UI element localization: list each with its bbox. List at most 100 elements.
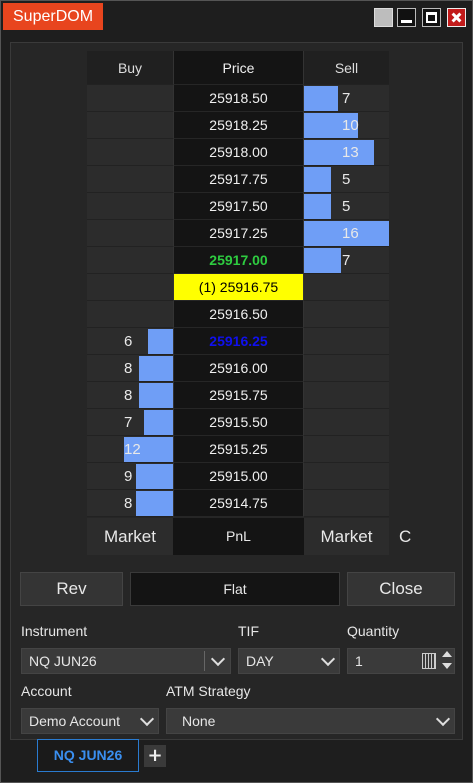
buy-market-button[interactable]: Market — [87, 518, 173, 555]
sell-cell[interactable]: 5 — [304, 166, 389, 193]
sell-cell[interactable] — [304, 436, 389, 463]
instrument-label: Instrument — [21, 623, 88, 639]
close-position-button[interactable]: Close — [347, 572, 455, 606]
sell-cell[interactable] — [304, 274, 389, 301]
spin-down-icon[interactable] — [442, 663, 452, 669]
account-select[interactable]: Demo Account — [21, 708, 159, 734]
sell-market-button[interactable]: Market — [304, 518, 389, 555]
bid-size-bar — [139, 356, 173, 381]
spin-up-icon[interactable] — [442, 651, 452, 657]
buy-cell[interactable] — [87, 139, 173, 166]
chevron-down-icon — [435, 711, 451, 727]
bid-size-bar — [136, 464, 173, 489]
buy-cell[interactable]: 9 — [87, 463, 173, 490]
ladder-row: 7 25915.50 — [87, 409, 389, 436]
buy-cell[interactable] — [87, 247, 173, 274]
chevron-down-icon[interactable] — [210, 651, 226, 667]
atm-strategy-value: None — [182, 713, 216, 729]
instrument-divider — [204, 651, 205, 671]
bid-size: 9 — [124, 468, 133, 485]
sell-cell[interactable] — [304, 382, 389, 409]
buy-cell[interactable] — [87, 85, 173, 112]
price-cell[interactable]: 25916.50 — [173, 301, 304, 328]
superdom-window: SuperDOM Buy Price Sell 25918.50 7 25918.2… — [0, 0, 473, 783]
tif-select[interactable]: DAY — [238, 648, 340, 674]
title-bar[interactable]: SuperDOM — [1, 1, 472, 34]
sell-cell[interactable]: 7 — [304, 85, 389, 112]
buy-cell[interactable]: 8 — [87, 382, 173, 409]
buy-cell[interactable] — [87, 301, 173, 328]
sell-cell[interactable]: 7 — [304, 247, 389, 274]
buy-cell[interactable] — [87, 220, 173, 247]
quantity-field[interactable]: 1 — [347, 648, 455, 674]
buy-column-header: Buy — [87, 51, 173, 85]
buy-cell[interactable] — [87, 112, 173, 139]
buy-cell[interactable] — [87, 274, 173, 301]
bid-size: 8 — [124, 495, 133, 512]
sell-cell[interactable]: 10 — [304, 112, 389, 139]
price-cell[interactable]: 25914.75 — [173, 490, 304, 517]
buy-cell[interactable]: 6 — [87, 328, 173, 355]
close-icon[interactable] — [447, 8, 466, 27]
calculator-icon[interactable] — [422, 653, 436, 669]
price-cell[interactable]: 25917.25 — [173, 220, 304, 247]
ladder-row: 8 25916.00 — [87, 355, 389, 382]
bid-size-bar — [144, 410, 173, 435]
price-column-header: Price — [173, 51, 304, 85]
bid-price-cell[interactable]: 25916.25 — [173, 328, 304, 355]
reverse-button[interactable]: Rev — [20, 572, 123, 606]
ask-size: 7 — [342, 252, 351, 269]
price-cell[interactable]: 25916.00 — [173, 355, 304, 382]
tab-nq-jun26[interactable]: NQ JUN26 — [37, 739, 139, 772]
ask-size: 10 — [342, 117, 359, 134]
buy-cell[interactable]: 8 — [87, 490, 173, 517]
ladder-row: 25917.75 5 — [87, 166, 389, 193]
ask-size: 13 — [342, 144, 359, 161]
price-cell[interactable]: 25918.50 — [173, 85, 304, 112]
sell-cell[interactable]: 5 — [304, 193, 389, 220]
maximize-icon[interactable] — [422, 8, 441, 27]
atm-strategy-select[interactable]: None — [166, 708, 455, 734]
sell-cell[interactable] — [304, 328, 389, 355]
price-cell[interactable]: 25915.75 — [173, 382, 304, 409]
price-cell[interactable]: 25917.75 — [173, 166, 304, 193]
price-cell[interactable]: 25918.00 — [173, 139, 304, 166]
add-tab-button[interactable]: + — [144, 745, 166, 767]
chevron-down-icon — [320, 651, 336, 667]
buy-cell[interactable]: 7 — [87, 409, 173, 436]
sell-cell[interactable] — [304, 301, 389, 328]
buy-cell[interactable] — [87, 193, 173, 220]
last-price-cell[interactable]: 25917.00 — [173, 247, 304, 274]
sell-cell[interactable] — [304, 490, 389, 517]
position-display: Flat — [130, 572, 340, 606]
bid-size-bar — [136, 491, 173, 516]
pnl-display[interactable]: PnL — [173, 518, 304, 555]
minimize-icon[interactable] — [397, 8, 416, 27]
ask-price-cell[interactable]: (1) 25916.75 — [173, 274, 304, 301]
sell-cell[interactable] — [304, 463, 389, 490]
ladder-row: 8 25914.75 — [87, 490, 389, 517]
price-cell[interactable]: 25917.50 — [173, 193, 304, 220]
buy-cell[interactable]: 8 — [87, 355, 173, 382]
price-cell[interactable]: 25915.25 — [173, 436, 304, 463]
ask-size: 16 — [342, 225, 359, 242]
window-color-icon[interactable] — [374, 8, 393, 27]
price-cell[interactable]: 25915.00 — [173, 463, 304, 490]
bid-size: 8 — [124, 387, 133, 404]
price-cell[interactable]: 25915.50 — [173, 409, 304, 436]
ladder-row: 25918.00 13 — [87, 139, 389, 166]
sell-cell[interactable] — [304, 355, 389, 382]
buy-cell[interactable]: 12 — [87, 436, 173, 463]
sell-cell[interactable]: 13 — [304, 139, 389, 166]
ask-size-bar — [304, 167, 331, 192]
cancel-orders-c-button[interactable]: C — [399, 518, 411, 555]
price-cell[interactable]: 25918.25 — [173, 112, 304, 139]
buy-cell[interactable] — [87, 166, 173, 193]
instrument-selector[interactable]: NQ JUN26 — [21, 648, 231, 674]
sell-cell[interactable]: 16 — [304, 220, 389, 247]
ask-size: 7 — [342, 90, 351, 107]
bid-size-bar — [148, 329, 173, 354]
ladder-row: 25916.50 — [87, 301, 389, 328]
sell-cell[interactable] — [304, 409, 389, 436]
ask-size: 5 — [342, 171, 351, 188]
